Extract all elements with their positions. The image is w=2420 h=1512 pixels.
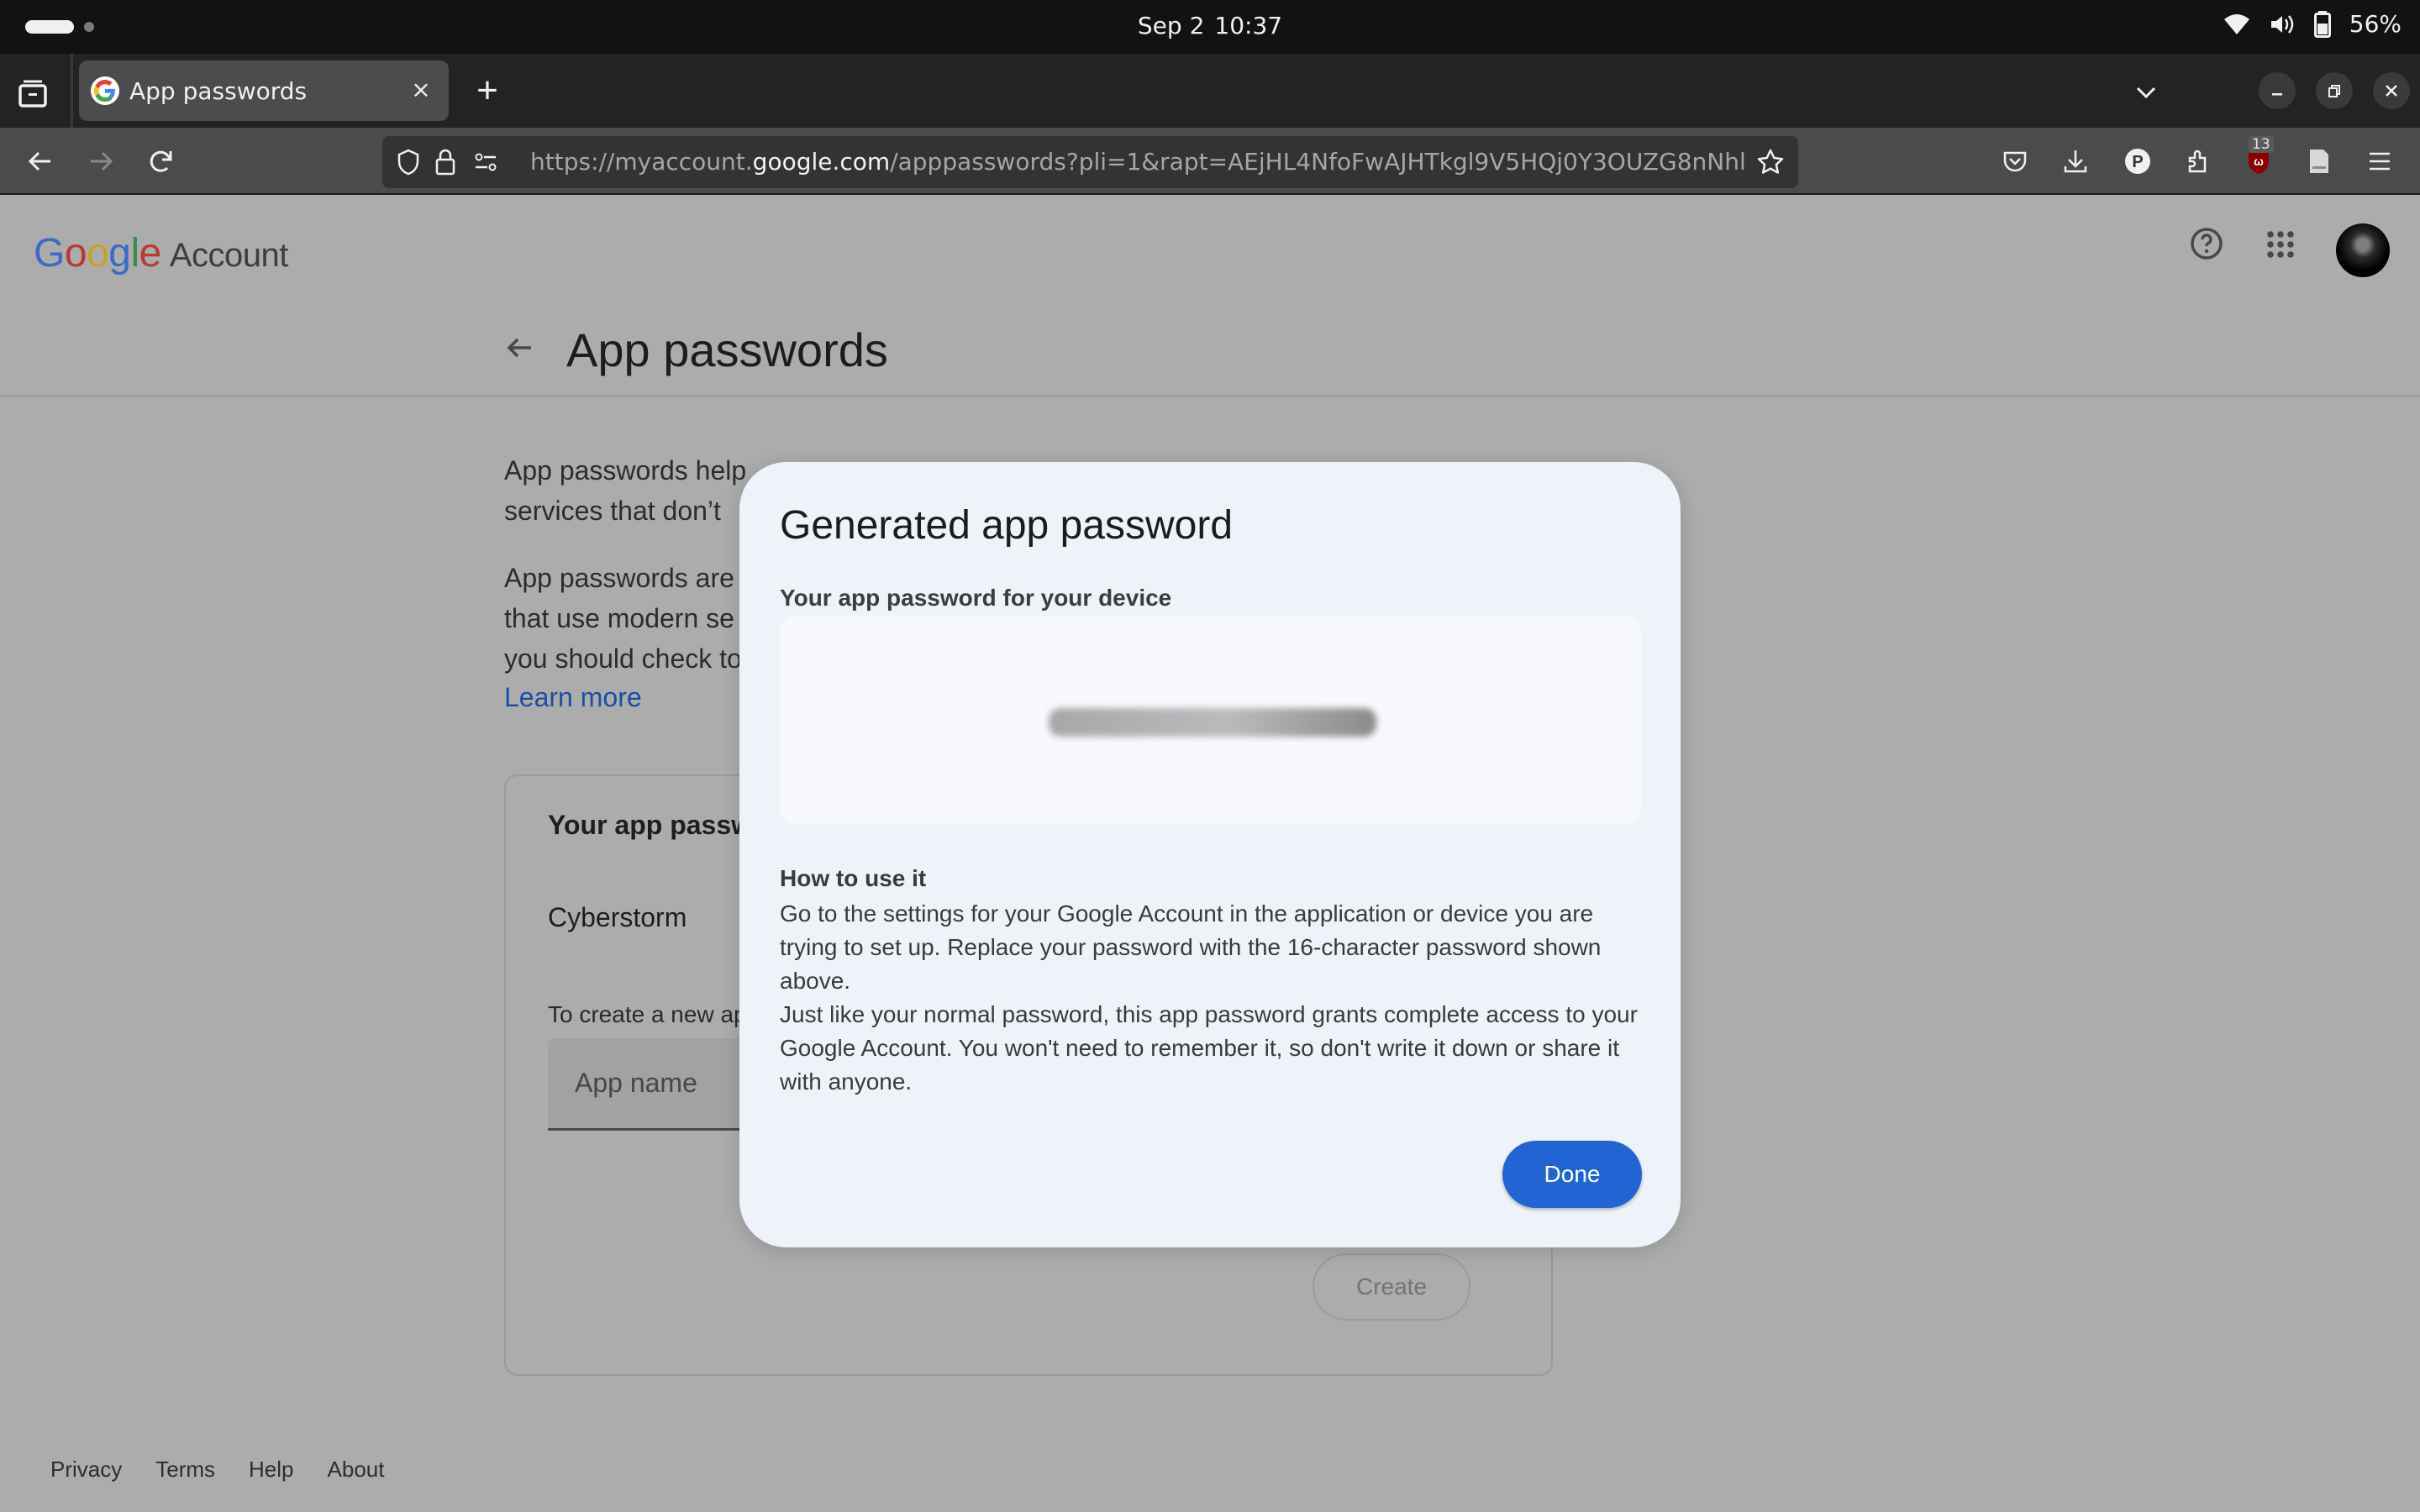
wifi-icon [2223, 13, 2249, 34]
ublock-blocked-count-badge: 13 [2249, 136, 2274, 153]
os-top-bar: Sep 2 10:37 56% [0, 0, 2420, 54]
page-title: App passwords [566, 323, 888, 376]
page-back-button[interactable] [502, 331, 536, 365]
navigation-toolbar: https://myaccount.google.com/apppassword… [0, 128, 2420, 195]
dialog-title: Generated app password [780, 503, 1234, 548]
chevron-down-icon [2136, 87, 2156, 99]
footer-terms-link[interactable]: Terms [155, 1457, 215, 1483]
battery-icon [2313, 10, 2331, 38]
forward-button[interactable] [84, 144, 118, 178]
url-text[interactable]: https://myaccount.google.com/apppassword… [530, 148, 1749, 176]
proton-pass-extension-button[interactable]: P [2121, 144, 2154, 178]
address-bar[interactable]: https://myaccount.google.com/apppassword… [382, 136, 1798, 188]
restore-button[interactable] [2316, 72, 2353, 109]
generated-app-password-dialog: Generated app password Your app password… [739, 462, 1681, 1247]
footer-privacy-link[interactable]: Privacy [50, 1457, 122, 1483]
bookmark-star-icon[interactable] [1756, 148, 1785, 176]
google-wordmark: Google [34, 231, 161, 276]
account-label: Account [169, 237, 289, 274]
google-account-logo[interactable]: Google Account [34, 230, 288, 276]
done-button[interactable]: Done [1502, 1141, 1642, 1208]
minimize-button[interactable] [2259, 72, 2296, 109]
back-button[interactable] [24, 144, 57, 178]
help-circle-icon [2191, 228, 2223, 260]
tab-app-passwords[interactable]: App passwords × [79, 60, 449, 121]
create-hint: To create a new ap [548, 1001, 747, 1027]
svg-text:P: P [2132, 153, 2143, 171]
account-avatar[interactable] [2336, 223, 2390, 277]
header-divider [0, 395, 2420, 396]
how-to-use-text: Go to the settings for your Google Accou… [780, 897, 1645, 1099]
puzzle-piece-icon [2188, 150, 2207, 173]
list-all-tabs-button[interactable] [2129, 76, 2163, 109]
how-to-use-paragraph-2: Just like your normal password, this app… [780, 1001, 1638, 1095]
help-button[interactable] [2190, 227, 2223, 260]
footer-about-link[interactable]: About [328, 1457, 385, 1483]
create-button[interactable]: Create [1313, 1253, 1470, 1320]
learn-more-link[interactable]: Learn more [504, 682, 642, 713]
tab-overview-button[interactable] [15, 76, 50, 111]
redacted-password [1049, 708, 1376, 737]
generated-password-box[interactable] [780, 616, 1641, 824]
reload-icon [150, 150, 172, 172]
clock[interactable]: Sep 2 10:37 [0, 12, 2420, 39]
arrow-left-icon [28, 151, 50, 171]
battery-percent: 56% [2349, 10, 2402, 38]
tab-strip-separator [71, 54, 73, 128]
hamburger-menu-icon [2370, 152, 2390, 171]
dialog-subtitle: Your app password for your device [780, 585, 1172, 611]
status-area[interactable]: 56% [2223, 10, 2402, 38]
arrow-left-icon [507, 338, 531, 358]
download-icon [2064, 150, 2087, 173]
tab-title: App passwords [129, 76, 308, 105]
footer-links: Privacy Terms Help About [50, 1457, 418, 1483]
time: 10:37 [1214, 12, 1283, 39]
downloads-button[interactable] [2059, 144, 2092, 178]
footer-help-link[interactable]: Help [249, 1457, 293, 1483]
close-window-button[interactable] [2373, 72, 2410, 109]
document-icon [2310, 150, 2328, 173]
apps-grid-icon [2267, 231, 2294, 258]
how-to-use-paragraph-1: Go to the settings for your Google Accou… [780, 900, 1602, 994]
app-password-item[interactable]: Cyberstorm [548, 902, 687, 933]
site-permissions-icon[interactable] [473, 150, 498, 175]
how-to-use-heading: How to use it [780, 865, 927, 891]
volume-icon [2270, 14, 2294, 34]
svg-text:ω: ω [2254, 155, 2264, 168]
url-prefix: https://myaccount. [530, 148, 753, 176]
extensions-button[interactable] [2181, 144, 2215, 178]
pocket-button[interactable] [1998, 144, 2032, 178]
url-host: google.com [752, 148, 891, 176]
app-menu-button[interactable] [2363, 144, 2396, 178]
google-apps-button[interactable] [2266, 230, 2295, 259]
date: Sep 2 [1137, 12, 1205, 39]
tab-strip: App passwords × + [0, 54, 2420, 128]
tracking-protection-shield-icon[interactable] [396, 149, 421, 176]
close-icon [2386, 85, 2397, 97]
card-title: Your app passw [548, 810, 753, 840]
reader-extension-button[interactable] [2302, 144, 2336, 178]
tab-overview-icon [18, 80, 47, 108]
url-path: /apppasswords?pli=1&rapt=AEjHL4NfoFwAJHT… [890, 148, 1746, 176]
pocket-icon [2003, 151, 2027, 172]
minimize-icon [2272, 93, 2282, 96]
p-extension-icon: P [2125, 149, 2150, 174]
google-favicon-icon [91, 76, 119, 105]
reload-button[interactable] [145, 144, 178, 178]
restore-icon [2328, 85, 2340, 97]
new-tab-button[interactable]: + [471, 72, 504, 109]
lock-icon[interactable] [434, 148, 456, 176]
arrow-right-icon [91, 151, 113, 171]
tab-close-button[interactable]: × [407, 76, 435, 104]
